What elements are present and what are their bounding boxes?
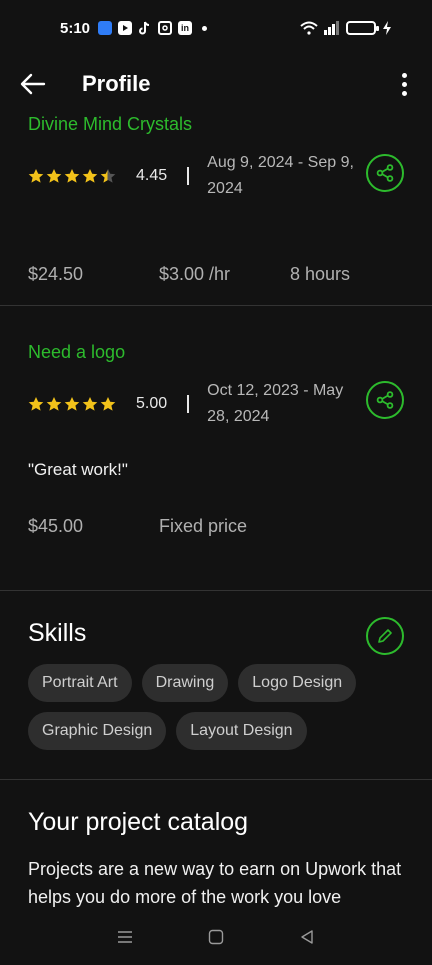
job-dates: Oct 12, 2023 - May 28, 2024 xyxy=(207,382,344,425)
rating-score: 5.00 xyxy=(136,395,168,412)
job-stats: $24.50 $3.00 /hr 8 hours xyxy=(28,264,404,285)
star-icon xyxy=(100,397,116,411)
star-icon xyxy=(100,169,116,183)
job-dates: Aug 9, 2024 - Sep 9, 2024 xyxy=(207,154,354,197)
skill-chip[interactable]: Layout Design xyxy=(176,712,307,750)
job-title[interactable]: Divine Mind Crystals xyxy=(28,112,404,136)
project-catalog-section: Your project catalog Projects are a new … xyxy=(0,780,432,911)
menu-icon[interactable] xyxy=(117,930,133,944)
client-review: "Great work!" xyxy=(28,460,128,479)
star-icon xyxy=(82,169,98,183)
edit-skills-button[interactable] xyxy=(366,617,404,655)
profile-content: Divine Mind Crystals 4.45 Aug 9, 2024 - … xyxy=(0,112,432,911)
rating-row: 5.00 Oct 12, 2023 - May 28, 2024 xyxy=(28,378,404,430)
star-icon xyxy=(64,169,80,183)
skills-section: Skills Portrait Art Drawing Logo Design … xyxy=(0,591,432,779)
instagram-icon xyxy=(158,21,173,35)
job-rate: $3.00 /hr xyxy=(159,264,231,284)
job-hours: 8 hours xyxy=(290,264,351,284)
star-rating xyxy=(28,168,116,184)
work-history-item: Divine Mind Crystals 4.45 Aug 9, 2024 - … xyxy=(0,112,432,305)
job-pricing-type: Fixed price xyxy=(159,516,248,536)
catalog-description: Projects are a new way to earn on Upwork… xyxy=(28,859,402,907)
pencil-icon xyxy=(378,629,392,643)
share-icon xyxy=(376,164,394,182)
status-time: 5:10 xyxy=(60,19,91,37)
skill-chip[interactable]: Portrait Art xyxy=(28,664,132,702)
charging-icon xyxy=(383,21,391,35)
tiktok-icon xyxy=(138,21,152,35)
job-stats: $45.00 Fixed price xyxy=(28,516,404,537)
star-icon xyxy=(64,397,80,411)
notification-dot-icon xyxy=(202,25,208,31)
more-vertical-icon[interactable] xyxy=(392,72,416,96)
divider xyxy=(187,167,190,185)
share-button[interactable] xyxy=(366,381,404,419)
wifi-icon xyxy=(300,21,318,35)
system-nav-bar xyxy=(0,909,432,965)
signal-icon xyxy=(324,21,339,35)
linkedin-icon: in xyxy=(178,21,193,35)
battery-icon xyxy=(346,21,379,35)
rating-score: 4.45 xyxy=(136,167,168,184)
rating-row: 4.45 Aug 9, 2024 - Sep 9, 2024 xyxy=(28,150,404,202)
share-button[interactable] xyxy=(366,154,404,192)
app-notification-icon xyxy=(98,21,113,35)
star-icon xyxy=(46,169,62,183)
arrow-left-icon[interactable] xyxy=(20,73,46,95)
share-icon xyxy=(376,391,394,409)
star-icon xyxy=(82,397,98,411)
app-bar: Profile xyxy=(0,56,432,112)
skills-title: Skills xyxy=(28,619,87,647)
skill-chip[interactable]: Drawing xyxy=(141,664,229,702)
catalog-title: Your project catalog xyxy=(28,808,249,836)
star-icon xyxy=(28,397,44,411)
job-earnings: $24.50 xyxy=(28,264,84,284)
job-earnings: $45.00 xyxy=(28,516,84,536)
skill-chip[interactable]: Logo Design xyxy=(238,664,357,702)
skill-chip[interactable]: Graphic Design xyxy=(28,712,167,750)
job-title[interactable]: Need a logo xyxy=(28,340,404,364)
status-bar: 5:10 in xyxy=(0,0,432,56)
star-icon xyxy=(46,397,62,411)
star-rating xyxy=(28,396,116,412)
star-icon xyxy=(28,169,44,183)
triangle-back-icon[interactable] xyxy=(299,929,315,945)
divider xyxy=(187,395,190,413)
work-history-item: Need a logo 5.00 Oct 12, 2023 - May 28, … xyxy=(0,306,432,590)
youtube-icon xyxy=(118,21,133,35)
page-title: Profile xyxy=(82,71,151,96)
skills-chips: Portrait Art Drawing Logo Design Graphic… xyxy=(28,664,404,750)
square-icon[interactable] xyxy=(208,929,224,945)
